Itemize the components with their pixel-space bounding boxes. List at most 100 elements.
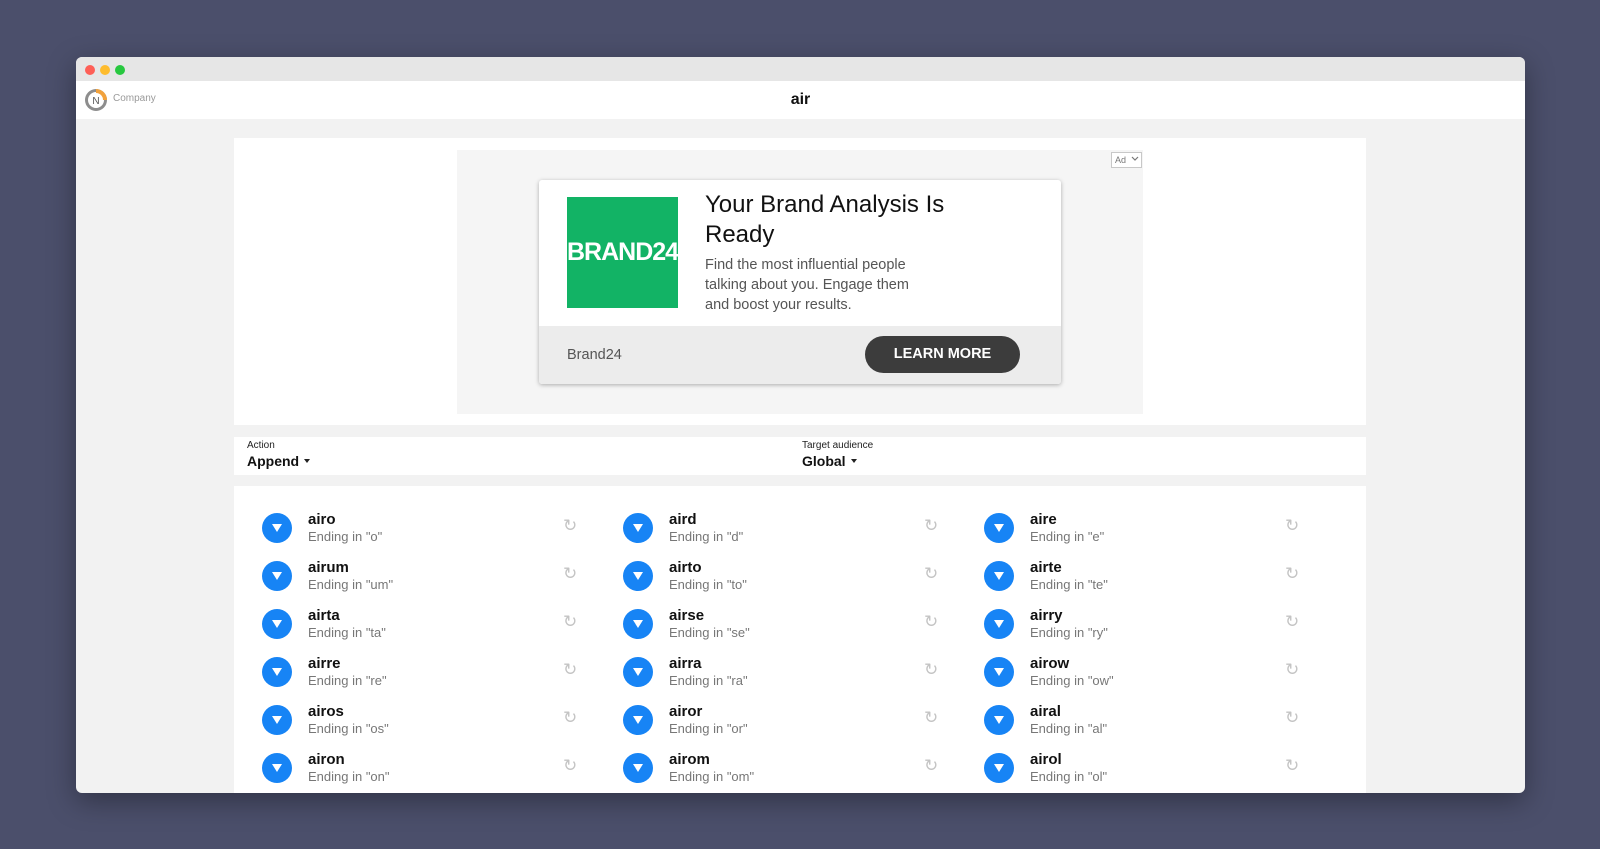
- result-item[interactable]: airol Ending in "ol" ↻: [956, 726, 1299, 784]
- action-dropdown[interactable]: Append: [247, 453, 311, 469]
- result-subtitle: Ending in "om": [669, 769, 755, 784]
- result-item[interactable]: airo Ending in "o" ↻: [234, 486, 577, 544]
- expand-button[interactable]: [262, 753, 292, 783]
- refresh-icon[interactable]: ↻: [563, 660, 577, 680]
- zoom-window-button[interactable]: [115, 65, 125, 75]
- refresh-icon[interactable]: ↻: [1285, 564, 1299, 584]
- result-word[interactable]: airal: [1030, 703, 1061, 720]
- caret-down-icon: [850, 459, 857, 463]
- result-word[interactable]: airra: [669, 655, 702, 672]
- result-item[interactable]: aire Ending in "e" ↻: [956, 486, 1299, 544]
- result-word[interactable]: airta: [308, 607, 340, 624]
- result-item[interactable]: airor Ending in "or" ↻: [595, 678, 938, 736]
- result-word[interactable]: airto: [669, 559, 702, 576]
- ad-badge-label: Ad: [1115, 155, 1127, 165]
- triangle-down-icon: [272, 668, 282, 676]
- result-item[interactable]: airal Ending in "al" ↻: [956, 678, 1299, 736]
- audience-filter[interactable]: Target audience Global: [802, 440, 873, 469]
- result-word[interactable]: airse: [669, 607, 704, 624]
- refresh-icon[interactable]: ↻: [1285, 756, 1299, 776]
- triangle-down-icon: [994, 524, 1004, 532]
- triangle-down-icon: [633, 572, 643, 580]
- ad-badge[interactable]: Ad: [1111, 152, 1142, 168]
- expand-button[interactable]: [984, 753, 1014, 783]
- triangle-down-icon: [633, 716, 643, 724]
- result-word[interactable]: airte: [1030, 559, 1062, 576]
- refresh-icon[interactable]: ↻: [924, 756, 938, 776]
- close-window-button[interactable]: [85, 65, 95, 75]
- ad-description: Find the most influential people talking…: [705, 257, 909, 313]
- page-title: air: [790, 91, 811, 108]
- result-word[interactable]: airry: [1030, 607, 1063, 624]
- audience-label: Target audience: [802, 440, 874, 451]
- result-word[interactable]: airon: [308, 751, 345, 768]
- result-item[interactable]: airum Ending in "um" ↻: [234, 534, 577, 592]
- refresh-icon[interactable]: ↻: [924, 660, 938, 680]
- refresh-icon[interactable]: ↻: [563, 612, 577, 632]
- caret-down-icon: [304, 459, 311, 463]
- audience-value: Global: [802, 453, 846, 469]
- brand-logo[interactable]: BRAND24: [567, 197, 679, 308]
- triangle-down-icon: [994, 716, 1004, 724]
- result-word[interactable]: airom: [669, 751, 710, 768]
- result-word[interactable]: airum: [308, 559, 349, 576]
- ad-footer: Brand24 LEARN MORE: [539, 326, 1061, 384]
- refresh-icon[interactable]: ↻: [1285, 708, 1299, 728]
- result-item[interactable]: airte Ending in "te" ↻: [956, 534, 1299, 592]
- result-item[interactable]: airta Ending in "ta" ↻: [234, 582, 577, 640]
- result-word[interactable]: airre: [308, 655, 341, 672]
- learn-more-button[interactable]: LEARN MORE: [865, 336, 1020, 373]
- result-word[interactable]: aire: [1030, 511, 1057, 528]
- result-item[interactable]: airry Ending in "ry" ↻: [956, 582, 1299, 640]
- result-item[interactable]: airre Ending in "re" ↻: [234, 630, 577, 688]
- ad-advertiser: Brand24: [567, 347, 622, 363]
- result-word[interactable]: airo: [308, 511, 336, 528]
- refresh-icon[interactable]: ↻: [563, 564, 577, 584]
- chevron-down-icon: [1131, 156, 1138, 161]
- result-item[interactable]: airto Ending in "to" ↻: [595, 534, 938, 592]
- result-item[interactable]: airon Ending in "on" ↻: [234, 726, 577, 784]
- triangle-down-icon: [633, 620, 643, 628]
- triangle-down-icon: [994, 572, 1004, 580]
- browser-window: N Company air Ad BRAND24 Your Brand Anal…: [76, 57, 1525, 793]
- refresh-icon[interactable]: ↻: [563, 756, 577, 776]
- ad-frame: Ad BRAND24 Your Brand Analysis Is Ready …: [457, 150, 1143, 414]
- minimize-window-button[interactable]: [100, 65, 110, 75]
- filter-bar: Action Append Target audience Global: [234, 437, 1366, 475]
- triangle-down-icon: [633, 764, 643, 772]
- refresh-icon[interactable]: ↻: [1285, 612, 1299, 632]
- result-item[interactable]: airos Ending in "os" ↻: [234, 678, 577, 736]
- refresh-icon[interactable]: ↻: [1285, 660, 1299, 680]
- ad-card[interactable]: BRAND24 Your Brand Analysis Is Ready Fin…: [539, 180, 1061, 384]
- result-word[interactable]: airos: [308, 703, 344, 720]
- triangle-down-icon: [633, 524, 643, 532]
- result-item[interactable]: airow Ending in "ow" ↻: [956, 630, 1299, 688]
- triangle-down-icon: [272, 524, 282, 532]
- title-bar: [76, 57, 1525, 81]
- result-item[interactable]: aird Ending in "d" ↻: [595, 486, 938, 544]
- refresh-icon[interactable]: ↻: [563, 516, 577, 536]
- action-label: Action: [247, 440, 275, 451]
- triangle-down-icon: [633, 668, 643, 676]
- action-value: Append: [247, 453, 300, 469]
- refresh-icon[interactable]: ↻: [924, 708, 938, 728]
- triangle-down-icon: [272, 620, 282, 628]
- expand-button[interactable]: [623, 753, 653, 783]
- refresh-icon[interactable]: ↻: [924, 516, 938, 536]
- result-word[interactable]: aird: [669, 511, 697, 528]
- result-item[interactable]: airom Ending in "om" ↻: [595, 726, 938, 784]
- ad-headline[interactable]: Your Brand Analysis Is Ready: [705, 190, 945, 250]
- refresh-icon[interactable]: ↻: [924, 564, 938, 584]
- ad-section: Ad BRAND24 Your Brand Analysis Is Ready …: [234, 138, 1366, 425]
- result-item[interactable]: airse Ending in "se" ↻: [595, 582, 938, 640]
- action-filter[interactable]: Action Append: [247, 440, 311, 469]
- triangle-down-icon: [272, 572, 282, 580]
- audience-dropdown[interactable]: Global: [802, 453, 873, 469]
- refresh-icon[interactable]: ↻: [563, 708, 577, 728]
- refresh-icon[interactable]: ↻: [924, 612, 938, 632]
- result-word[interactable]: airol: [1030, 751, 1062, 768]
- result-word[interactable]: airor: [669, 703, 702, 720]
- result-word[interactable]: airow: [1030, 655, 1069, 672]
- result-item[interactable]: airra Ending in "ra" ↻: [595, 630, 938, 688]
- refresh-icon[interactable]: ↻: [1285, 516, 1299, 536]
